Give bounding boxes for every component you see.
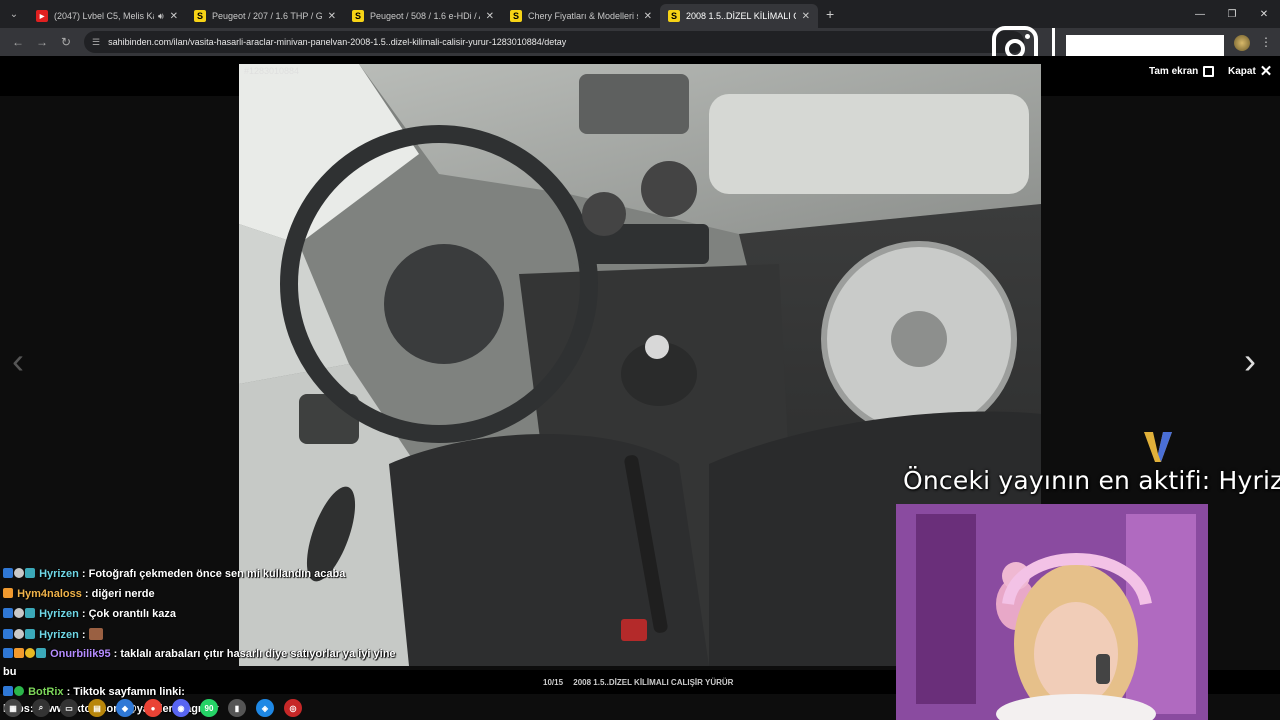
chat-text: taklalı arabaları çıtır hasarlı diye sat… bbox=[120, 648, 396, 660]
subscriber-badge-icon bbox=[3, 588, 13, 598]
chat-message: Hyrizen : Çok orantılı kaza bbox=[3, 608, 176, 620]
chat-message-continuation: bu bbox=[3, 666, 17, 678]
coin-badge-icon bbox=[25, 648, 35, 658]
gift-badge-icon bbox=[14, 648, 24, 658]
browser-tab-2[interactable]: S Peugeot / 207 / 1.6 THP / GT / 2 ✕ bbox=[186, 4, 344, 28]
whatsapp-icon[interactable]: 90 bbox=[200, 699, 218, 717]
speaker-icon[interactable]: 🔊︎ bbox=[158, 11, 164, 22]
photo-counter: 10/15 bbox=[543, 678, 564, 687]
app-icon[interactable]: ◈ bbox=[256, 699, 274, 717]
emote-icon bbox=[88, 628, 103, 640]
browser-menu-icon[interactable]: ⋮ bbox=[1260, 35, 1272, 49]
tab-title: 2008 1.5..DİZEL KİLİMALI CALIŞ bbox=[686, 11, 796, 21]
chat-text: Fotoğrafı çekmeden önce sen mi kullandın… bbox=[88, 568, 346, 580]
photo-title: 2008 1.5..DİZEL KİLİMALI CALIŞİR YÜRÜR bbox=[573, 678, 734, 687]
chat-message: Onurbilik95 : taklalı arabaları çıtır ha… bbox=[3, 648, 396, 660]
close-viewer-button[interactable]: Kapat ✕ bbox=[1228, 62, 1273, 80]
fullscreen-icon bbox=[1203, 66, 1215, 77]
obs-icon[interactable]: ◎ bbox=[284, 699, 302, 717]
reload-icon[interactable]: ↻ bbox=[54, 30, 78, 54]
file-explorer-icon[interactable]: ▤ bbox=[88, 699, 106, 717]
chat-message: Hyrizen : bbox=[3, 628, 103, 641]
subscriber-badge-icon bbox=[25, 629, 35, 639]
taskbar: ▦ ⌕ ▭ ▤ ◆ ● ◉ 90 ▮ ◈ ◎ bbox=[0, 696, 440, 720]
close-icon: ✕ bbox=[1259, 62, 1273, 80]
channel-v-logo-icon bbox=[1144, 432, 1172, 462]
moon-badge-icon bbox=[14, 608, 24, 618]
verified-badge-icon bbox=[3, 648, 13, 658]
youtube-favicon-icon: ▶ bbox=[36, 10, 48, 22]
sahibinden-favicon-icon: S bbox=[510, 10, 522, 22]
sahibinden-favicon-icon: S bbox=[352, 10, 364, 22]
discord-icon[interactable]: ◉ bbox=[172, 699, 190, 717]
verified-badge-icon bbox=[3, 686, 13, 696]
tab-close-icon[interactable]: ✕ bbox=[802, 11, 810, 22]
chrome-icon[interactable]: ● bbox=[144, 699, 162, 717]
chat-message: Hym4naloss : diğeri nerde bbox=[3, 588, 155, 600]
sahibinden-favicon-icon: S bbox=[668, 10, 680, 22]
browser-tab-5-active[interactable]: S 2008 1.5..DİZEL KİLİMALI CALIŞ ✕ bbox=[660, 4, 818, 28]
fullscreen-label: Tam ekran bbox=[1149, 66, 1199, 77]
tab-title: (2047) Lvbel C5, Melis Kar bbox=[54, 11, 154, 21]
tab-close-icon[interactable]: ✕ bbox=[170, 11, 178, 22]
sahibinden-favicon-icon: S bbox=[194, 10, 206, 22]
tab-title: Peugeot / 508 / 1.6 e-HDi / Acti bbox=[370, 11, 480, 21]
tab-close-icon[interactable]: ✕ bbox=[328, 11, 336, 22]
next-image-chevron-icon[interactable]: › bbox=[1244, 340, 1256, 382]
tab-close-icon[interactable]: ✕ bbox=[644, 11, 652, 22]
chat-username: Hyrizen bbox=[39, 629, 79, 641]
chat-username: Onurbilik95 bbox=[50, 648, 111, 660]
store-icon[interactable]: ◆ bbox=[116, 699, 134, 717]
subscriber-badge-icon bbox=[25, 568, 35, 578]
chat-username: Hym4naloss bbox=[17, 588, 82, 600]
browser-tab-4[interactable]: S Chery Fiyatları & Modelleri sahi ✕ bbox=[502, 4, 660, 28]
browser-tab-1[interactable]: ▶ (2047) Lvbel C5, Melis Kar 🔊︎ ✕ bbox=[28, 4, 186, 28]
tab-title: Peugeot / 207 / 1.6 THP / GT / 2 bbox=[212, 11, 322, 21]
chat-text: diğeri nerde bbox=[91, 588, 155, 600]
verified-badge-icon bbox=[3, 568, 13, 578]
app-icon[interactable]: ▮ bbox=[228, 699, 246, 717]
subscriber-badge-icon bbox=[25, 608, 35, 618]
search-icon[interactable]: ⌕ bbox=[32, 699, 50, 717]
back-arrow-icon[interactable]: ← bbox=[6, 30, 30, 54]
close-label: Kapat bbox=[1228, 66, 1256, 77]
forward-arrow-icon[interactable]: → bbox=[30, 30, 54, 54]
photo-caption: 10/15 2008 1.5..DİZEL KİLİMALI CALIŞİR Y… bbox=[543, 678, 733, 687]
url-text: sahibinden.com/ilan/vasita-hasarli-aracl… bbox=[108, 37, 567, 47]
tab-search-button[interactable]: ⌄ bbox=[0, 0, 28, 28]
streamer-webcam bbox=[896, 504, 1208, 720]
chat-text: Çok orantılı kaza bbox=[88, 608, 177, 620]
subscriber-badge-icon bbox=[36, 648, 46, 658]
url-field[interactable]: ☰ sahibinden.com/ilan/vasita-hasarli-ara… bbox=[84, 31, 1024, 53]
moon-badge-icon bbox=[14, 568, 24, 578]
profile-avatar[interactable] bbox=[1234, 35, 1250, 51]
stream-overlay-title: Önceki yayının en aktifi: Hyrizen bbox=[903, 466, 1280, 495]
chat-message: Hyrizen : Fotoğrafı çekmeden önce sen mi… bbox=[3, 568, 345, 580]
task-view-icon[interactable]: ▭ bbox=[60, 699, 78, 717]
moon-badge-icon bbox=[14, 629, 24, 639]
start-icon[interactable]: ▦ bbox=[4, 699, 22, 717]
chat-username: Hyrizen bbox=[39, 568, 79, 580]
site-info-icon[interactable]: ☰ bbox=[92, 37, 100, 48]
verified-badge-icon bbox=[3, 629, 13, 639]
verified-badge-icon bbox=[3, 608, 13, 618]
tab-title: Chery Fiyatları & Modelleri sahi bbox=[528, 11, 638, 21]
previous-image-chevron-icon[interactable]: ‹ bbox=[12, 340, 24, 382]
new-tab-plus-icon[interactable]: + bbox=[826, 6, 834, 22]
chat-username: Hyrizen bbox=[39, 608, 79, 620]
bot-badge-icon bbox=[14, 686, 24, 696]
fullscreen-button[interactable]: Tam ekran bbox=[1149, 66, 1215, 77]
browser-tab-3[interactable]: S Peugeot / 508 / 1.6 e-HDi / Acti ✕ bbox=[344, 4, 502, 28]
webcam-image bbox=[896, 504, 1208, 720]
tab-close-icon[interactable]: ✕ bbox=[486, 11, 494, 22]
listing-id-watermark: #1283010884 bbox=[244, 66, 300, 76]
